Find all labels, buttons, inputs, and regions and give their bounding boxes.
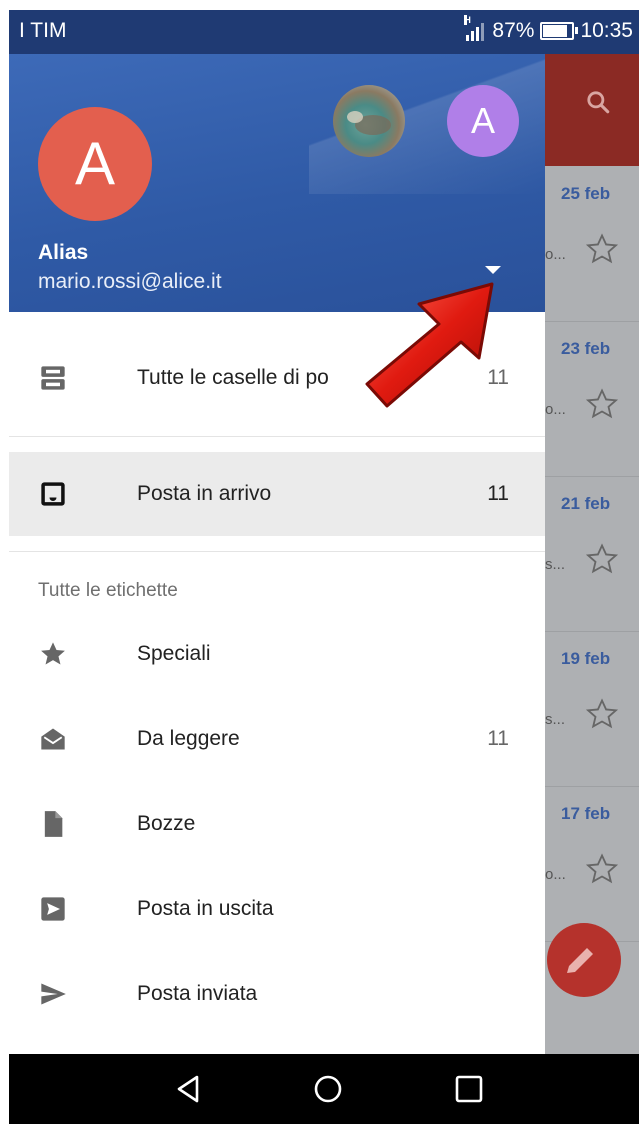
inbox-background: 25 feb o... 23 feb o... 21 feb s... 19 f… [545,54,639,1054]
list-item[interactable]: 21 feb s... [545,476,639,632]
email-snippet: s... [545,556,566,573]
menu-item-label: Posta in uscita [137,897,274,920]
menu-item-label: Da leggere [137,727,240,750]
unread-count: 11 [487,482,509,505]
list-item[interactable]: 17 feb o... [545,786,639,942]
menu-item-unread[interactable]: Da leggere 11 [9,697,545,781]
email-date: 17 feb [561,804,611,823]
draft-icon [44,811,63,837]
inbox-icon [41,482,65,506]
battery-percent: 87% [492,19,535,42]
menu-item-label: Tutte le caselle di po [137,366,329,389]
email-snippet: o... [545,401,566,418]
send-icon [41,983,66,1005]
clock: 10:35 [580,19,633,42]
home-icon[interactable] [312,1073,344,1105]
account-email[interactable]: mario.rossi@alice.it [38,270,222,294]
menu-item-label: Bozze [137,812,196,835]
outbox-icon [41,897,65,921]
menu-item-label: Posta in arrivo [137,482,272,505]
signal-icon: H [464,15,485,41]
menu-item-drafts[interactable]: Bozze [9,782,545,866]
divider [9,436,545,437]
star-icon [41,642,65,665]
back-icon[interactable] [173,1073,205,1105]
email-snippet: s... [545,711,566,728]
account-name[interactable]: Alias [38,241,88,265]
menu-item-label: Posta inviata [137,982,258,1005]
email-date: 21 feb [561,494,611,513]
account-avatar[interactable]: A [38,107,152,221]
all-inboxes-icon [41,366,65,390]
email-snippet: o... [545,866,566,883]
other-account-photo-avatar[interactable] [333,85,405,157]
email-date: 25 feb [561,184,611,203]
unread-count: 11 [487,727,509,750]
email-snippet: o... [545,246,566,263]
menu-item-inbox[interactable]: Posta in arrivo 11 [9,452,545,536]
recent-apps-icon[interactable] [453,1073,485,1105]
menu-item-outbox[interactable]: Posta in uscita [9,867,545,951]
search-icon[interactable] [585,89,611,115]
menu-item-sent[interactable]: Posta inviata [9,952,545,1036]
list-item[interactable]: 25 feb o... [545,166,639,322]
menu-item-starred[interactable]: Speciali [9,612,545,696]
battery-icon [540,22,579,40]
status-bar: I TIM H 87% 10:35 [9,10,639,54]
pencil-icon [567,948,593,973]
menu-item-label: Speciali [137,642,211,665]
compose-button[interactable] [547,923,621,997]
email-date: 23 feb [561,339,611,358]
system-navigation-bar [9,1054,639,1124]
annotation-arrow-icon [365,282,494,408]
email-date: 19 feb [561,649,611,668]
star-outline-icon[interactable] [585,697,619,731]
list-item[interactable]: 19 feb s... [545,631,639,787]
open-mail-icon [41,728,65,750]
inbox-toolbar [545,54,639,166]
list-item[interactable]: 23 feb o... [545,321,639,477]
navigation-drawer: A A Alias mario.rossi@alice.it Tutte le … [9,54,545,1054]
star-outline-icon[interactable] [585,852,619,886]
star-outline-icon[interactable] [585,232,619,266]
section-title-labels: Tutte le etichette [38,580,178,601]
star-outline-icon[interactable] [585,387,619,421]
carrier-name: I TIM [19,19,67,42]
other-account-avatar[interactable]: A [447,85,519,157]
phone-screen: I TIM H 87% 10:35 25 feb o... 23 feb o..… [9,10,639,1124]
photo-thumbnail [347,111,391,135]
star-outline-icon[interactable] [585,542,619,576]
divider [9,551,545,552]
